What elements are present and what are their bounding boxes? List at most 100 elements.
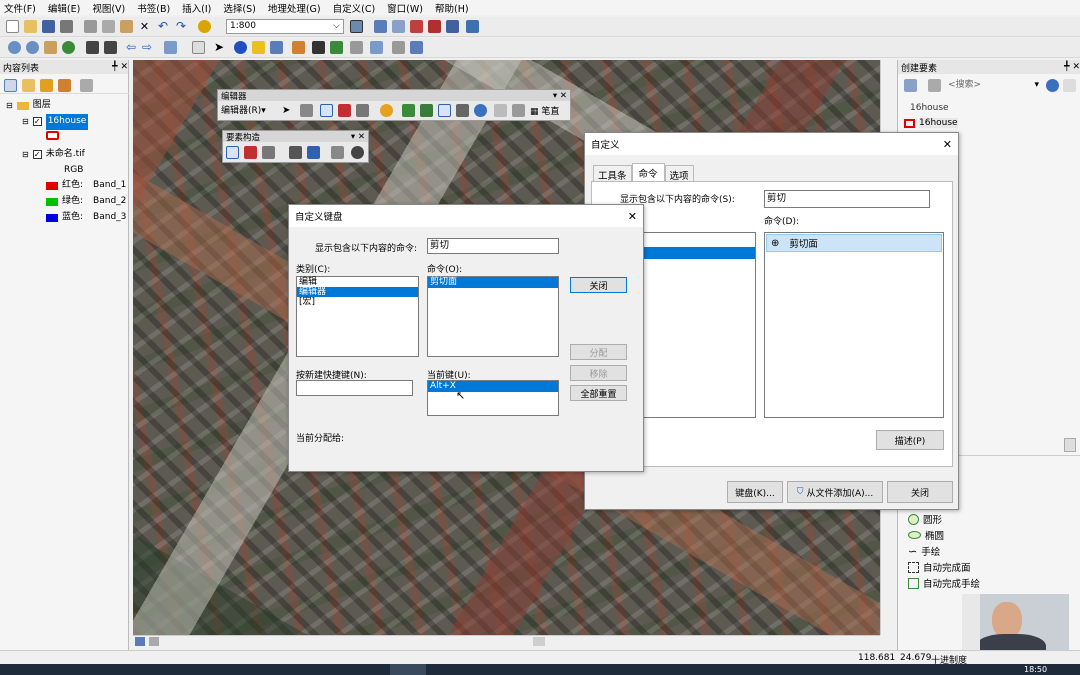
menu-file[interactable]: 文件(F) — [4, 1, 36, 15]
selected-category[interactable] — [643, 247, 755, 259]
menu-window[interactable]: 窗口(W) — [387, 1, 423, 15]
current-keys-list[interactable]: Alt+X — [427, 380, 559, 416]
python-icon[interactable] — [428, 20, 441, 33]
zoom-in-icon[interactable] — [8, 41, 21, 54]
close-icon[interactable]: ▾ ✕ — [351, 132, 365, 142]
edit-vertices-icon[interactable] — [402, 104, 415, 117]
forward-icon[interactable]: ⇨ — [142, 41, 155, 54]
pan-icon[interactable] — [44, 41, 57, 54]
scale-combobox[interactable]: 1:800 ⌵ — [226, 19, 344, 34]
splitter-handle[interactable] — [1064, 438, 1076, 452]
list-by-source-icon[interactable] — [22, 79, 35, 92]
category-item[interactable]: [宏] — [297, 297, 418, 307]
menu-edit[interactable]: 编辑(E) — [48, 1, 80, 15]
menu-help[interactable]: 帮助(H) — [435, 1, 469, 15]
editor-toolbar-titlebar[interactable]: 编辑器 ▾ ✕ — [218, 90, 570, 102]
straight-segment-icon[interactable] — [320, 104, 333, 117]
tool-ellipse[interactable]: 椭圆 — [908, 528, 944, 542]
customize-close-button[interactable]: 关闭 — [887, 481, 953, 503]
measure-icon[interactable] — [292, 41, 305, 54]
draw-icon[interactable] — [410, 41, 423, 54]
editor-menu-button[interactable]: 编辑器(R)▾ — [221, 103, 266, 116]
paste-icon[interactable] — [120, 20, 133, 33]
menu-bookmarks[interactable]: 书签(B) — [137, 1, 170, 15]
list-by-drawing-order-icon[interactable] — [4, 79, 17, 92]
arc-icon[interactable] — [244, 146, 257, 159]
endpoint-arc-icon[interactable] — [262, 146, 275, 159]
construction-toolbar-titlebar[interactable]: 要素构造 ▾ ✕ — [223, 131, 368, 143]
remove-button[interactable]: 移除 — [570, 365, 627, 381]
edit-tool-icon[interactable]: ➤ — [282, 104, 295, 117]
category-list[interactable]: 编辑 编辑器 [宏] — [296, 276, 419, 357]
search-icon[interactable] — [1046, 79, 1059, 92]
customize-titlebar[interactable]: 自定义 ✕ — [585, 133, 958, 155]
straight-segment-icon[interactable] — [226, 146, 239, 159]
keyboard-search-input[interactable]: 剪切 — [427, 238, 559, 254]
options-icon[interactable] — [80, 79, 93, 92]
trace-tool-icon[interactable] — [289, 146, 302, 159]
split-icon[interactable] — [456, 104, 469, 117]
open-icon[interactable] — [24, 20, 37, 33]
keyboard-button[interactable]: 键盘(K)... — [727, 481, 783, 503]
cut-polygons-icon[interactable] — [438, 104, 451, 117]
menu-customize[interactable]: 自定义(C) — [333, 1, 376, 15]
network-icon[interactable] — [466, 20, 479, 33]
reset-all-button[interactable]: 全部重置 — [570, 385, 627, 401]
hyperlink-icon[interactable] — [252, 41, 265, 54]
templates-icon[interactable] — [928, 79, 941, 92]
zoom-out-icon[interactable] — [26, 41, 39, 54]
attributes-icon[interactable] — [494, 104, 507, 117]
describe-button[interactable]: 描述(P) — [876, 430, 944, 450]
data-view-icon[interactable] — [135, 637, 145, 646]
keyboard-titlebar[interactable]: 自定义键盘 ✕ — [289, 205, 643, 227]
current-key-item[interactable]: Alt+X — [428, 381, 558, 392]
assign-button[interactable]: 分配 — [570, 344, 627, 360]
categories-list[interactable] — [642, 232, 756, 418]
template-search[interactable]: <搜索> ▾ — [946, 78, 1041, 93]
close-icon[interactable]: ▾ ✕ — [553, 91, 567, 101]
new-shortcut-input[interactable] — [296, 380, 413, 396]
collapse-icon[interactable]: ⊟ — [22, 114, 29, 130]
list-by-selection-icon[interactable] — [58, 79, 71, 92]
map-horizontal-scrollbar[interactable] — [133, 635, 880, 647]
add-from-file-button[interactable]: ⛉ 从文件添加(A)... — [787, 481, 883, 503]
menu-insert[interactable]: 插入(I) — [182, 1, 211, 15]
distance-icon[interactable] — [331, 146, 344, 159]
time-slider-icon[interactable] — [370, 41, 383, 54]
toc-root[interactable]: ⊟ 图层 — [6, 98, 51, 114]
collapse-icon[interactable]: ⊟ — [6, 98, 13, 114]
reshape-icon[interactable] — [420, 104, 433, 117]
command-item[interactable]: ⊕ 剪切面 — [766, 234, 942, 252]
save-icon[interactable] — [42, 20, 55, 33]
point-icon[interactable] — [356, 104, 369, 117]
table-icon[interactable] — [374, 20, 387, 33]
keyboard-close-button[interactable]: 关闭 — [570, 277, 627, 293]
layer-label[interactable]: 16house — [45, 114, 89, 130]
new-icon[interactable] — [6, 20, 19, 33]
tool-autocomplete-freehand[interactable]: 自动完成手绘 — [908, 576, 980, 590]
sketch-properties-icon[interactable] — [512, 104, 525, 117]
layout-view-icon[interactable] — [149, 637, 159, 646]
select-features-icon[interactable] — [164, 41, 177, 54]
tool-autocomplete-polygon[interactable]: 自动完成面 — [908, 560, 971, 574]
command-item-selected[interactable]: 剪切面 — [428, 277, 558, 288]
menu-geoprocessing[interactable]: 地理处理(G) — [268, 1, 321, 15]
find-icon[interactable] — [312, 41, 325, 54]
command-search-input[interactable]: 剪切 — [764, 190, 930, 208]
rotate-tool-icon[interactable] — [351, 146, 364, 159]
taskbar-app-button[interactable] — [390, 664, 426, 675]
back-icon[interactable]: ⇦ — [126, 41, 139, 54]
trace-icon[interactable] — [338, 104, 351, 117]
full-extent-icon[interactable] — [62, 41, 75, 54]
goto-xy-icon[interactable] — [350, 41, 363, 54]
pin-close-icons[interactable]: ╇ ✕ — [1064, 62, 1080, 72]
model-icon[interactable] — [446, 20, 459, 33]
menu-selection[interactable]: 选择(S) — [223, 1, 255, 15]
right-angle-icon[interactable] — [307, 146, 320, 159]
close-icon[interactable]: ✕ — [943, 138, 952, 151]
menu-view[interactable]: 视图(V) — [92, 1, 125, 15]
toc-layer-16house[interactable]: ⊟ ✓ 16house — [22, 114, 89, 130]
select-elements-icon[interactable]: ➤ — [214, 41, 227, 54]
edit-annotation-icon[interactable] — [300, 104, 313, 117]
tool-freehand[interactable]: ∽ 手绘 — [908, 544, 940, 559]
